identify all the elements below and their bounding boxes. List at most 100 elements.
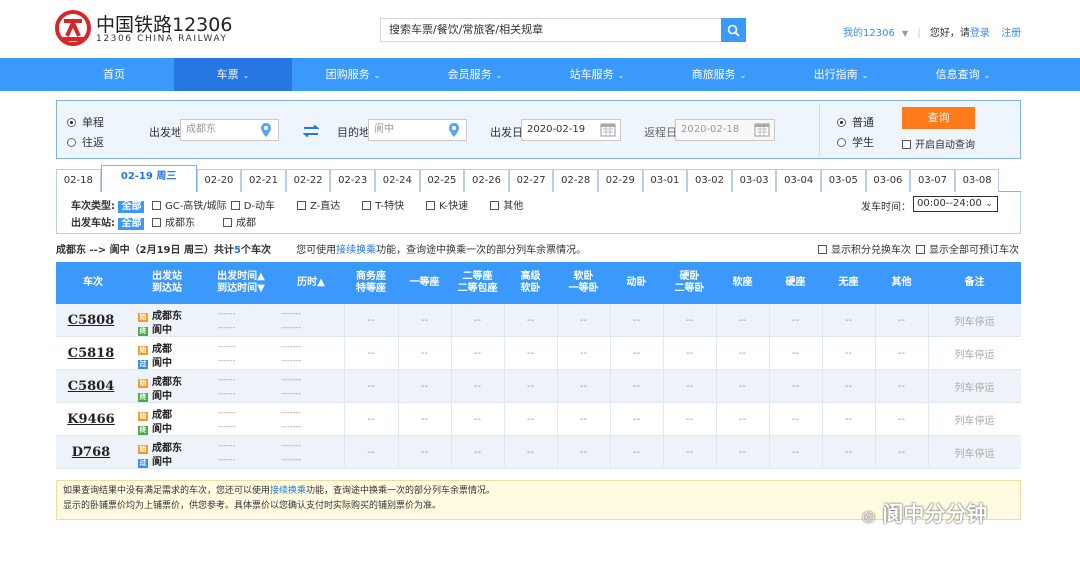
roundtrip-label: 往返 xyxy=(82,136,104,149)
train-type-option[interactable]: T-特快 xyxy=(362,201,404,212)
date-tab[interactable]: 03-05 xyxy=(821,169,866,192)
arrive-time: ------ xyxy=(218,422,236,431)
seat-availability: -- xyxy=(526,381,535,392)
date-tab[interactable]: 02-28 xyxy=(553,169,598,192)
date-tab[interactable]: 02-21 xyxy=(241,169,286,192)
railway-logo-icon[interactable] xyxy=(55,10,91,46)
ticket-student-option[interactable]: 学生 xyxy=(837,134,874,150)
train-number-link[interactable]: D768 xyxy=(56,436,126,469)
date-tab[interactable]: 02-20 xyxy=(196,169,242,192)
train-type-option[interactable]: D-动车 xyxy=(230,201,275,212)
station-all[interactable]: 全部 xyxy=(118,218,145,230)
seat-availability: -- xyxy=(897,381,906,392)
checkbox-icon xyxy=(362,201,372,210)
train-type-option[interactable]: K-快速 xyxy=(426,201,468,212)
nav-item-3[interactable]: 会员服务 ⌄ xyxy=(414,58,536,91)
seat-availability: -- xyxy=(473,315,482,326)
login-link[interactable]: 登录 xyxy=(970,28,990,39)
calendar-icon[interactable] xyxy=(600,122,616,137)
column-header: 软卧 一等卧 xyxy=(568,271,599,294)
ticket-normal-option[interactable]: 普通 xyxy=(837,114,874,130)
checkbox-icon xyxy=(490,201,500,210)
nav-item-label: 会员服务 xyxy=(447,68,492,81)
seat-availability: -- xyxy=(738,447,747,458)
station-option-label: 成都东 xyxy=(164,218,195,229)
nav-item-1[interactable]: 车票 ⌄ xyxy=(174,58,292,91)
date-tab[interactable]: 02-24 xyxy=(375,169,420,192)
depart-time-select[interactable]: 00:00--24:00 ⌄ xyxy=(913,196,998,212)
station-option[interactable]: 成都东 xyxy=(151,218,195,229)
chevron-down-icon: ⌄ xyxy=(739,71,747,80)
arrive-time: ------ xyxy=(218,356,236,365)
train-type-option[interactable]: GC-高铁/城际 xyxy=(151,201,227,212)
depart-time-value: 00:00--24:00 xyxy=(917,198,982,209)
date-tab[interactable]: 03-03 xyxy=(731,169,777,192)
query-button[interactable]: 查询 xyxy=(902,107,975,129)
column-header[interactable]: 出发站 到达站 xyxy=(130,262,204,304)
site-search-input[interactable]: 搜索车票/餐饮/常旅客/相关规章 xyxy=(380,18,722,42)
checkbox-icon xyxy=(151,218,161,227)
date-tab[interactable]: 03-04 xyxy=(776,169,821,192)
date-tab[interactable]: 02-18 xyxy=(56,169,101,192)
date-tab[interactable]: 03-08 xyxy=(954,169,1000,192)
checkbox-icon xyxy=(222,218,232,227)
table-row: D768 始成都东过阆中 ------ ------ ------- ------- -- -… xyxy=(56,436,1021,469)
nav-item-label: 商旅服务 xyxy=(691,68,736,81)
date-tab[interactable]: 02-19 周三 xyxy=(100,165,197,193)
nav-item-5[interactable]: 商旅服务 ⌄ xyxy=(658,58,780,91)
checkbox-icon xyxy=(902,140,911,149)
date-tab[interactable]: 03-01 xyxy=(642,169,688,192)
train-type-option[interactable]: 其他 xyxy=(490,201,523,212)
train-count: 5 xyxy=(234,245,241,256)
column-header: 车次 xyxy=(83,277,103,288)
transfer-link[interactable]: 接续换乘 xyxy=(336,245,376,256)
roundtrip-option[interactable]: 往返 xyxy=(67,134,104,150)
nav-item-label: 出行指南 xyxy=(813,68,858,81)
seat-availability: -- xyxy=(791,447,800,458)
nav-item-4[interactable]: 站车服务 ⌄ xyxy=(536,58,658,91)
duration: ------- xyxy=(281,408,302,417)
from-station: 始成都东 xyxy=(138,307,182,322)
date-tab[interactable]: 03-07 xyxy=(910,169,955,192)
train-number-link[interactable]: C5804 xyxy=(56,370,126,403)
nav-item-0[interactable]: 首页 xyxy=(54,58,174,91)
swap-stations-icon[interactable] xyxy=(303,125,319,137)
oneway-option[interactable]: 单程 xyxy=(67,114,104,130)
search-button[interactable] xyxy=(721,18,746,42)
show-all-checkbox[interactable]: 显示全部可预订车次 xyxy=(916,241,1019,256)
to-station: 终阆中 xyxy=(138,420,172,435)
note-transfer-link[interactable]: 接续换乘 xyxy=(270,486,306,496)
date-tab[interactable]: 02-25 xyxy=(419,169,465,192)
to-label: 目的地 xyxy=(337,126,370,139)
my12306-link[interactable]: 我的12306 xyxy=(843,28,895,39)
date-tab[interactable]: 03-02 xyxy=(687,169,732,192)
date-tab[interactable]: 03-06 xyxy=(865,169,911,192)
nav-item-6[interactable]: 出行指南 ⌄ xyxy=(780,58,902,91)
column-header: 备注 xyxy=(964,277,985,288)
date-tab[interactable]: 02-29 xyxy=(598,169,643,192)
show-points-checkbox[interactable]: 显示积分兑换车次 xyxy=(818,241,911,256)
calendar-icon[interactable] xyxy=(754,122,770,137)
train-number-link[interactable]: C5808 xyxy=(56,304,126,337)
train-results-table: 车次 出发站 到达站 出发时间▲ 到达时间▼ 历时▲ 商务座 特等座 一等座 二等座 二等包… xyxy=(56,262,1021,473)
to-station-label: 阆中 xyxy=(152,358,172,369)
seat-availability: -- xyxy=(685,315,694,326)
nav-item-2[interactable]: 团购服务 ⌄ xyxy=(292,58,414,91)
train-type-option-label: GC-高铁/城际 xyxy=(164,201,227,212)
train-number-link[interactable]: C5818 xyxy=(56,337,126,370)
date-tab[interactable]: 02-27 xyxy=(508,169,554,192)
register-link[interactable]: 注册 xyxy=(1001,28,1021,39)
auto-query-checkbox[interactable]: 开启自动查询 xyxy=(902,136,975,151)
train-type-option[interactable]: Z-直达 xyxy=(297,201,340,212)
date-tab[interactable]: 02-22 xyxy=(285,169,331,192)
train-number-link[interactable]: K9466 xyxy=(56,403,126,436)
train-type-all[interactable]: 全部 xyxy=(118,201,145,213)
nav-item-7[interactable]: 信息查询 ⌄ xyxy=(902,58,1024,91)
column-header[interactable]: 历时▲ xyxy=(278,262,344,304)
arrive-day: ------- xyxy=(281,356,302,365)
column-header[interactable]: 出发时间▲ 到达时间▼ xyxy=(204,262,278,304)
arrive-day: ------- xyxy=(281,455,302,464)
station-option[interactable]: 成都 xyxy=(222,218,256,229)
date-tab[interactable]: 02-26 xyxy=(464,169,509,192)
date-tab[interactable]: 02-23 xyxy=(330,169,375,192)
